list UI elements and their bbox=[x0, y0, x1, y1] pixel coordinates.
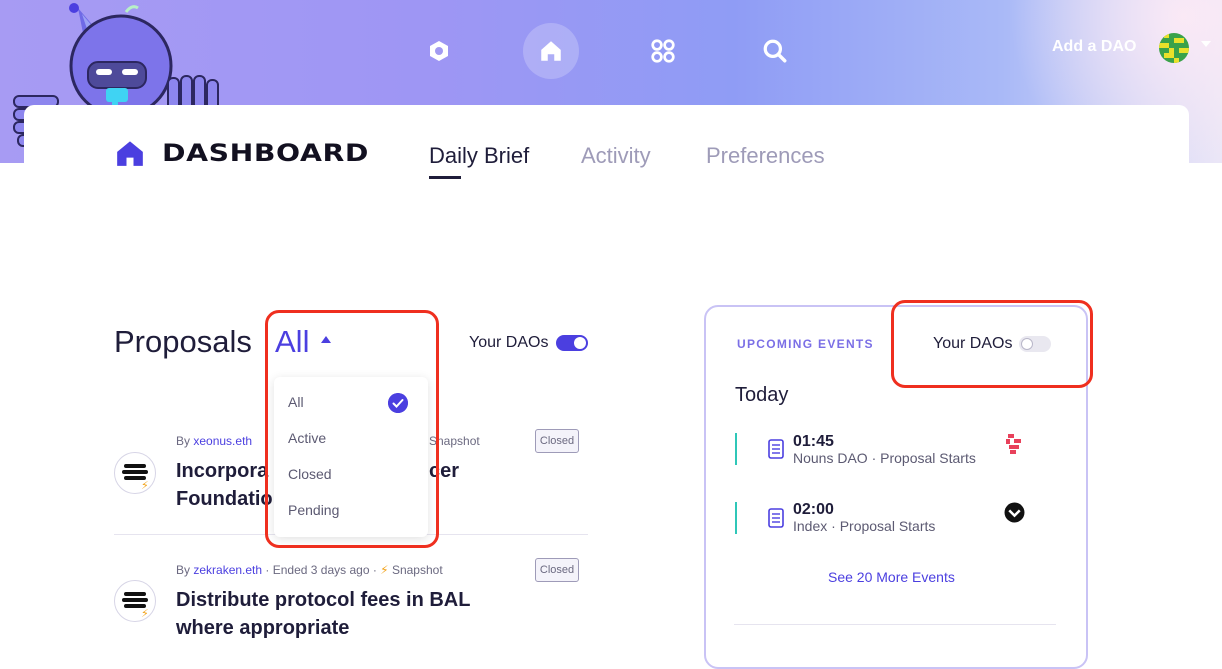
tab-activity[interactable]: Activity bbox=[581, 143, 651, 169]
home-icon bbox=[541, 41, 561, 61]
toggle-knob bbox=[574, 337, 586, 349]
nouns-logo-icon bbox=[1006, 434, 1021, 454]
dashboard-home-icon bbox=[117, 141, 143, 166]
proposal-title-line2[interactable]: where appropriate bbox=[176, 614, 349, 642]
document-icon bbox=[768, 508, 784, 528]
tab-daily-brief[interactable]: Daily Brief bbox=[429, 143, 529, 169]
status-badge: Closed bbox=[535, 558, 579, 582]
event-description: Index · Proposal Starts bbox=[793, 518, 936, 534]
events-day-heading: Today bbox=[735, 384, 789, 406]
account-menu-chevron-icon[interactable] bbox=[1201, 41, 1211, 47]
status-badge: Closed bbox=[535, 429, 579, 453]
your-daos-label: Your DAOs bbox=[469, 334, 549, 351]
by-label: By bbox=[176, 563, 191, 577]
active-tab-indicator bbox=[429, 176, 461, 179]
dao-logo-icon: ⚡ bbox=[114, 580, 156, 622]
snapshot-bolt-icon: ⚡ bbox=[380, 563, 389, 577]
see-more-events-link[interactable]: See 20 More Events bbox=[828, 569, 955, 585]
index-logo-icon bbox=[1004, 502, 1025, 523]
proposals-heading: Proposals bbox=[114, 324, 252, 359]
author-link[interactable]: zekraken.eth bbox=[193, 563, 262, 577]
author-link[interactable]: xeonus.eth bbox=[193, 434, 252, 448]
add-dao-button[interactable]: Add a DAO bbox=[1052, 38, 1136, 56]
dao-hex-icon bbox=[430, 41, 448, 61]
tab-preferences[interactable]: Preferences bbox=[706, 143, 825, 169]
proposal-meta: By zekraken.eth · Ended 3 days ago · ⚡ S… bbox=[176, 563, 443, 577]
nav-home-button[interactable] bbox=[523, 23, 579, 79]
by-label: By bbox=[176, 434, 191, 448]
user-avatar[interactable] bbox=[1159, 33, 1189, 63]
nav-dao-hex-button[interactable] bbox=[411, 23, 467, 79]
timeline-bar bbox=[735, 433, 737, 465]
proposal-title-line1[interactable]: Distribute protocol fees in BAL bbox=[176, 586, 470, 614]
your-daos-toggle[interactable] bbox=[556, 335, 588, 351]
search-icon bbox=[763, 39, 787, 63]
events-divider bbox=[734, 624, 1056, 625]
nav-search-button[interactable] bbox=[747, 23, 803, 79]
dao-logo-icon: ⚡ bbox=[114, 452, 156, 494]
ended-text: · Ended 3 days ago · bbox=[265, 563, 377, 577]
event-time: 01:45 bbox=[793, 433, 834, 450]
timeline-bar bbox=[735, 502, 737, 534]
proposal-title-line2[interactable]: Foundatio bbox=[176, 485, 273, 513]
proposal-meta: By xeonus.eth bbox=[176, 434, 252, 448]
event-time: 02:00 bbox=[793, 501, 834, 518]
grid-icon bbox=[651, 39, 675, 63]
proposal-title-line1[interactable]: Incorpora bbox=[176, 457, 268, 485]
filter-highlight-box bbox=[265, 310, 439, 548]
document-icon bbox=[768, 439, 784, 459]
page-title: DASHBOARD bbox=[162, 139, 369, 167]
event-description: Nouns DAO · Proposal Starts bbox=[793, 450, 976, 466]
source-text: Snapshot bbox=[391, 563, 443, 577]
nav-grid-button[interactable] bbox=[635, 23, 691, 79]
your-daos-highlight-box bbox=[891, 300, 1093, 388]
events-heading: UPCOMING EVENTS bbox=[737, 337, 874, 351]
